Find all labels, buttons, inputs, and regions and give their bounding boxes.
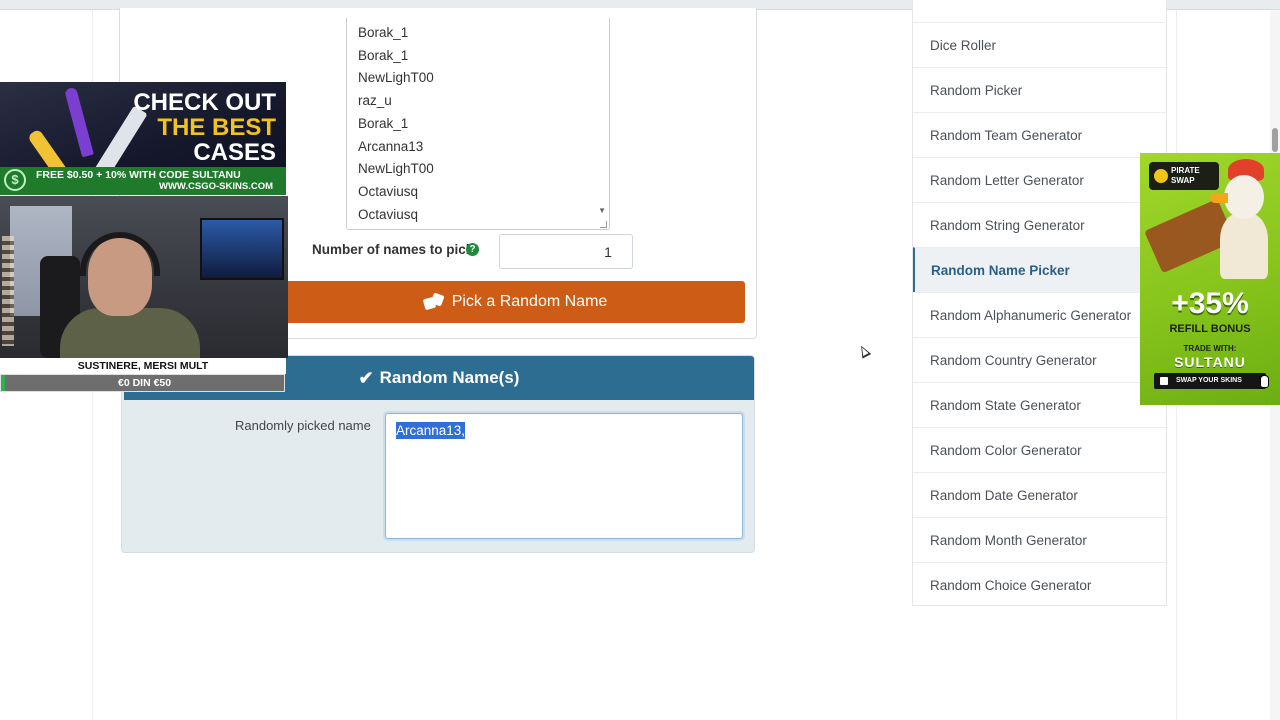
sidebar-item-string-generator[interactable]: Random String Generator	[913, 202, 1166, 247]
scroll-down-arrow-icon[interactable]: ▼	[598, 206, 606, 215]
sidebar-item-team-generator[interactable]: Random Team Generator	[913, 112, 1166, 157]
name-entry: NewLighT00	[358, 70, 434, 86]
sidebar-item-color-generator[interactable]: Random Color Generator	[913, 427, 1166, 472]
sidebar-item-month-generator[interactable]: Random Month Generator	[913, 517, 1166, 562]
result-title: Random Name(s)	[379, 368, 520, 387]
sidebar-item-partial[interactable]	[913, 0, 1166, 22]
refill-bonus-text: REFILL BONUS	[1169, 323, 1251, 335]
donation-title: SUSTINERE, MERSI MULT	[0, 358, 286, 374]
page-scrollbar-thumb[interactable]	[1272, 128, 1278, 152]
ad-headline-line1: CHECK OUT	[133, 89, 276, 116]
pick-random-name-button[interactable]: Pick a Random Name	[286, 281, 745, 323]
names-to-pick-label: Number of names to pick	[312, 242, 474, 257]
dollar-icon: $	[4, 169, 26, 191]
sidebar-item-name-picker[interactable]: Random Name Picker	[913, 247, 1166, 292]
name-entry: Octaviusq	[358, 183, 419, 199]
headset-icon	[80, 232, 160, 276]
page: Borak_1 Borak_1 NewLighT00 raz_u Borak_1…	[0, 0, 1280, 720]
resize-handle-icon[interactable]	[600, 221, 607, 228]
donation-progress-bar: €0 DIN €50	[0, 374, 285, 392]
name-entry: Borak_1	[358, 115, 409, 131]
pirate-swap-logo: PIRATE SWAP	[1149, 162, 1219, 190]
ad-promo-text: FREE $0.50 + 10% WITH CODE SULTANU	[36, 169, 241, 181]
name-entry: Octaviusq	[358, 206, 419, 222]
name-entry: NewLighT00	[358, 161, 434, 177]
sidebar-item-random-picker[interactable]: Random Picker	[913, 67, 1166, 112]
promo-code-text: SULTANU	[1174, 354, 1246, 370]
sidebar-item-state-generator[interactable]: Random State Generator	[913, 382, 1166, 427]
sidebar-item-alphanumeric-generator[interactable]: Random Alphanumeric Generator	[913, 292, 1166, 337]
donation-progress-text: €0 DIN €50	[118, 377, 172, 389]
ad-url-text: WWW.CSGO-SKINS.COM	[159, 181, 273, 192]
name-entry: Arcanna13	[358, 138, 424, 154]
name-entry: Borak_1	[358, 25, 409, 40]
trade-with-text: TRADE WITH:	[1183, 344, 1237, 353]
donation-progress-fill	[1, 375, 5, 391]
rooster-mascot	[1210, 159, 1276, 279]
dice-icon	[422, 292, 445, 311]
sidebar-item-country-generator[interactable]: Random Country Generator	[913, 337, 1166, 382]
streamer-webcam	[0, 196, 288, 358]
selected-result-text: Arcanna13,	[396, 422, 466, 439]
hand-cursor-icon	[1260, 375, 1269, 388]
name-entry: Borak_1	[358, 47, 409, 63]
result-textarea[interactable]: Arcanna13,	[385, 413, 743, 539]
pirate-swap-logo-text: PIRATE SWAP	[1171, 166, 1200, 185]
skull-icon	[1154, 169, 1168, 183]
result-field-label: Randomly picked name	[235, 418, 371, 433]
webcam-tv	[200, 218, 284, 280]
help-icon[interactable]: ?	[466, 243, 479, 256]
pick-button-label: Pick a Random Name	[451, 293, 608, 310]
check-icon: ✔	[358, 367, 374, 388]
swap-your-skins-button[interactable]: SWAP YOUR SKINS	[1154, 373, 1266, 389]
names-textarea[interactable]: Borak_1 Borak_1 NewLighT00 raz_u Borak_1…	[346, 18, 610, 230]
names-to-pick-input[interactable]: 1	[499, 234, 633, 269]
steam-icon	[1160, 377, 1168, 385]
name-entry: raz_u	[358, 93, 392, 109]
csgo-skins-ad: CHECK OUT THE BEST CASES $ FREE $0.50 + …	[0, 82, 286, 195]
bonus-percent: +35%	[1171, 287, 1249, 320]
webcam-christmas-tree	[2, 236, 14, 346]
sidebar-item-choice-generator[interactable]: Random Choice Generator	[913, 562, 1166, 607]
ad-headline-line2: THE BEST	[157, 114, 276, 141]
generator-sidebar: Dice Roller Random Picker Random Team Ge…	[912, 0, 1167, 606]
sidebar-item-letter-generator[interactable]: Random Letter Generator	[913, 157, 1166, 202]
swap-button-label: SWAP YOUR SKINS	[1176, 377, 1242, 384]
names-list: Borak_1 Borak_1 NewLighT00 raz_u Borak_1…	[347, 18, 609, 226]
ad-headline-line3: CASES	[193, 139, 276, 166]
ad-headline: CHECK OUT THE BEST CASES	[133, 90, 276, 165]
pirate-swap-ad[interactable]: PIRATE SWAP +35% REFILL BONUS TRADE WITH…	[1140, 153, 1280, 405]
mouse-cursor-icon	[856, 343, 872, 359]
sidebar-item-date-generator[interactable]: Random Date Generator	[913, 472, 1166, 517]
sidebar-item-dice-roller[interactable]: Dice Roller	[913, 22, 1166, 67]
